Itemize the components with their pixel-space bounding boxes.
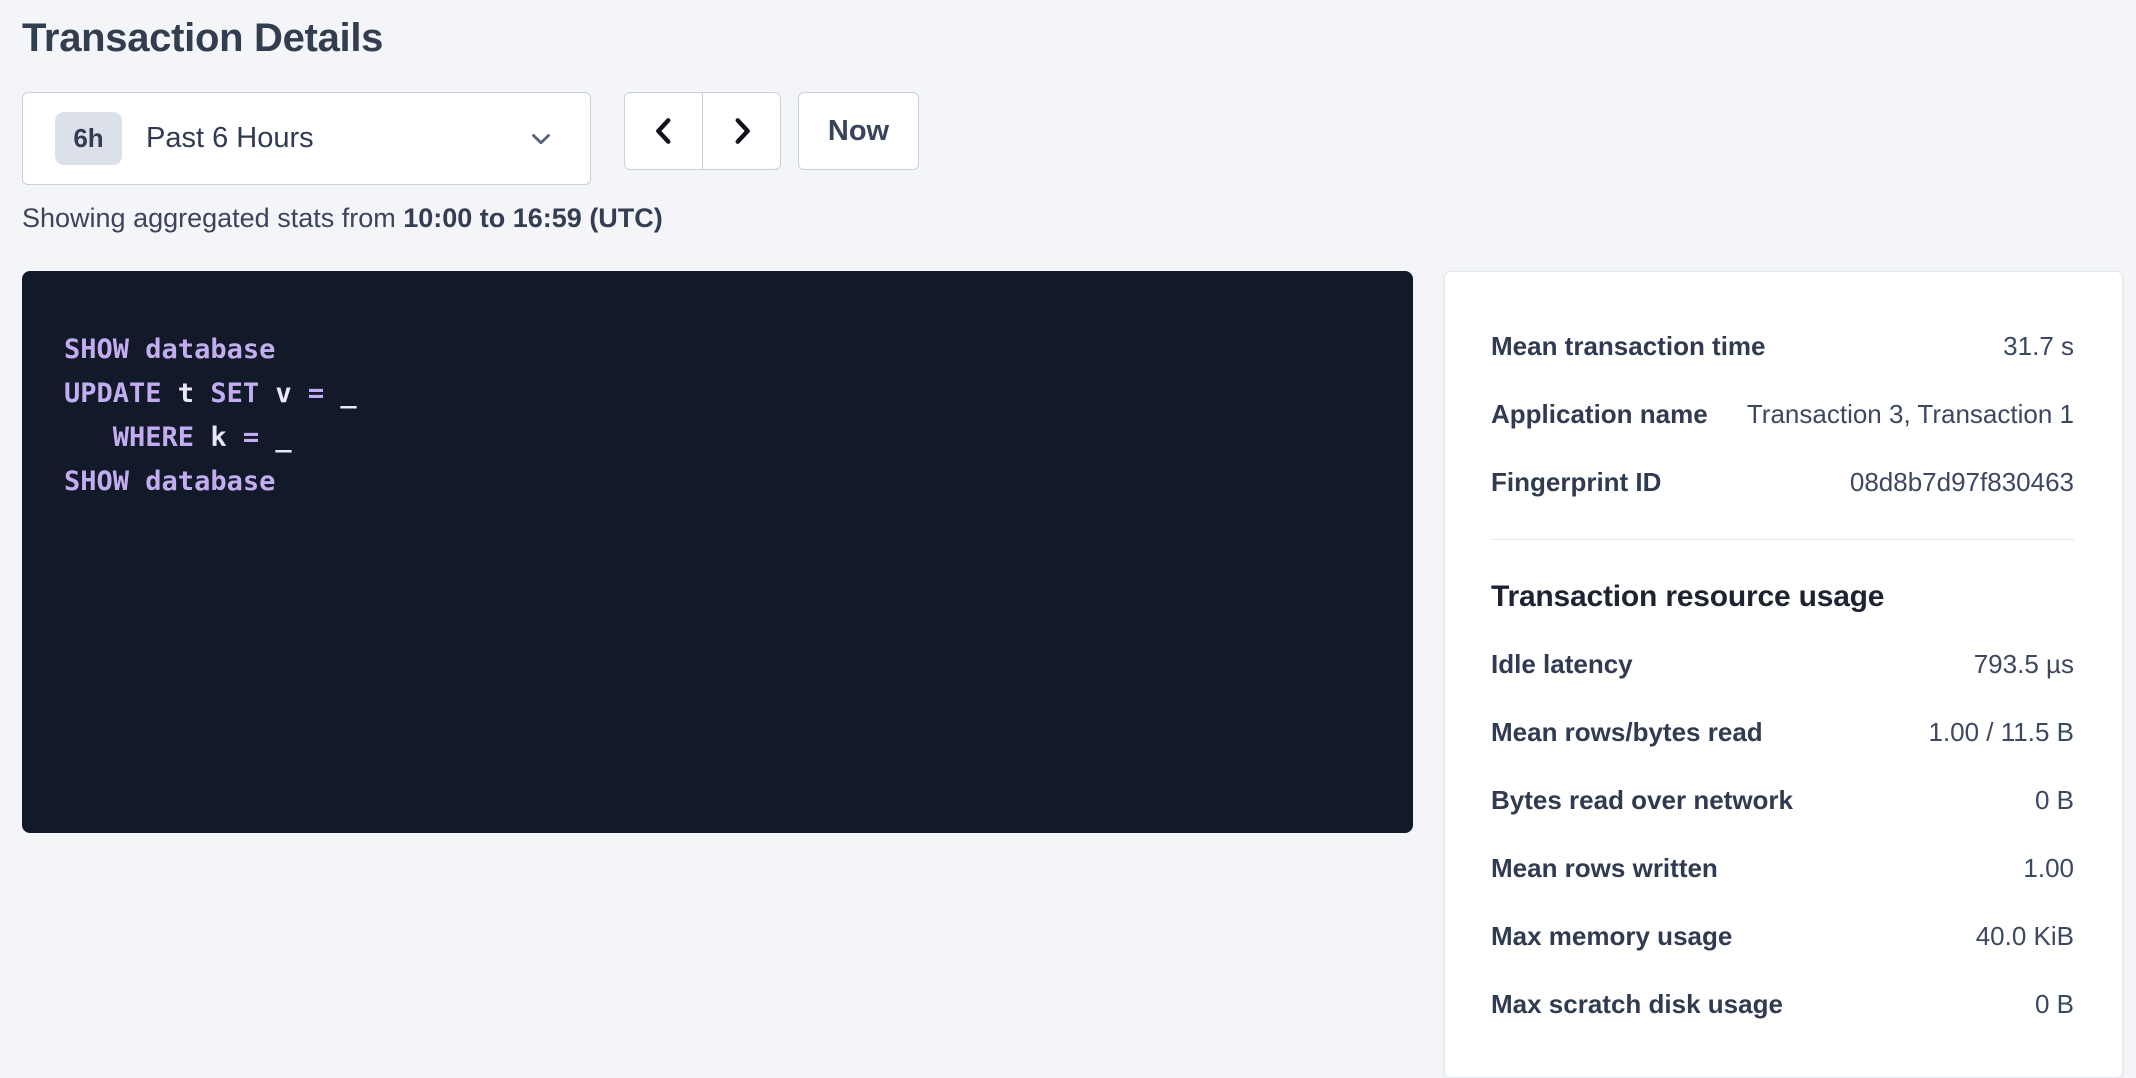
transaction-summary-card: Mean transaction time 31.7 s Application n… [1444, 271, 2123, 1078]
sql-line: SHOW database [64, 460, 1383, 504]
prev-range-button[interactable] [624, 92, 703, 170]
aggregation-range-prefix: Showing aggregated stats from [22, 203, 403, 233]
aggregation-range-value: 10:00 to 16:59 (UTC) [403, 203, 663, 233]
time-range-dropdown[interactable]: 6h Past 6 Hours [22, 92, 591, 185]
sql-token: SHOW [64, 334, 129, 365]
time-range-badge: 6h [55, 112, 122, 165]
usage-rows: Idle latency 793.5 µs Mean rows/bytes read… [1491, 630, 2074, 1038]
next-range-button[interactable] [702, 92, 781, 170]
stat-row: Mean rows written 1.00 [1491, 834, 2074, 902]
stat-label: Application name [1491, 399, 1708, 430]
stat-value: 793.5 µs [1974, 649, 2074, 680]
sql-line: UPDATE t SET v = _ [64, 372, 1383, 416]
stat-row: Max scratch disk usage 0 B [1491, 970, 2074, 1038]
stat-label: Bytes read over network [1491, 785, 1793, 816]
stat-row: Mean transaction time 31.7 s [1491, 312, 2074, 380]
stat-row: Fingerprint ID 08d8b7d97f830463 [1491, 448, 2074, 516]
sql-token: database [145, 334, 275, 365]
sql-token: WHERE [113, 422, 194, 453]
stat-value: 1.00 / 11.5 B [1928, 717, 2074, 748]
sql-token: = [243, 422, 259, 453]
stat-row: Mean rows/bytes read 1.00 / 11.5 B [1491, 698, 2074, 766]
now-button[interactable]: Now [798, 92, 919, 170]
sql-token: SHOW [64, 466, 129, 497]
stat-row: Application name Transaction 3, Transacti… [1491, 380, 2074, 448]
sql-token [129, 334, 145, 365]
time-controls: 6h Past 6 Hours Now [22, 92, 2123, 185]
stat-row: Bytes read over network 0 B [1491, 766, 2074, 834]
transaction-details-page: Transaction Details 6h Past 6 Hours Now [0, 0, 2136, 1072]
time-range-nav [624, 92, 781, 170]
sql-token: t [162, 378, 211, 409]
stat-label: Mean rows/bytes read [1491, 717, 1763, 748]
stat-value: 1.00 [2023, 853, 2074, 884]
sql-line: SHOW database [64, 328, 1383, 372]
stat-label: Max memory usage [1491, 921, 1732, 952]
chevron-left-icon [647, 114, 681, 148]
sql-token: UPDATE [64, 378, 162, 409]
page-title: Transaction Details [22, 14, 2123, 62]
stat-label: Mean rows written [1491, 853, 1718, 884]
sql-token: _ [324, 378, 357, 409]
stat-value: Transaction 3, Transaction 1 [1747, 399, 2074, 430]
sql-token [64, 422, 113, 453]
sql-token: = [308, 378, 324, 409]
stat-label: Idle latency [1491, 649, 1633, 680]
stat-value: 08d8b7d97f830463 [1850, 467, 2074, 498]
sql-line: WHERE k = _ [64, 416, 1383, 460]
stat-value: 0 B [2035, 989, 2074, 1020]
sql-token [129, 466, 145, 497]
stat-value: 0 B [2035, 785, 2074, 816]
stat-label: Max scratch disk usage [1491, 989, 1783, 1020]
aggregation-range-text: Showing aggregated stats from 10:00 to 1… [22, 202, 2123, 234]
card-divider [1491, 539, 2074, 540]
resource-usage-heading: Transaction resource usage [1491, 580, 2074, 614]
stat-label: Mean transaction time [1491, 331, 1766, 362]
stat-row: Max memory usage 40.0 KiB [1491, 902, 2074, 970]
sql-token: k [194, 422, 243, 453]
time-range-label: Past 6 Hours [146, 122, 314, 155]
stat-label: Fingerprint ID [1491, 467, 1661, 498]
stat-value: 31.7 s [2003, 331, 2074, 362]
sql-token: database [145, 466, 275, 497]
summary-rows: Mean transaction time 31.7 s Application n… [1491, 312, 2074, 516]
stat-row: Idle latency 793.5 µs [1491, 630, 2074, 698]
main-content: SHOW databaseUPDATE t SET v = _ WHERE k … [22, 271, 2123, 1078]
sql-token: v [259, 378, 308, 409]
chevron-down-icon [526, 124, 556, 154]
sql-token: _ [259, 422, 292, 453]
chevron-right-icon [725, 114, 759, 148]
sql-token: SET [210, 378, 259, 409]
sql-statement-box: SHOW databaseUPDATE t SET v = _ WHERE k … [22, 271, 1413, 833]
stat-value: 40.0 KiB [1976, 921, 2074, 952]
